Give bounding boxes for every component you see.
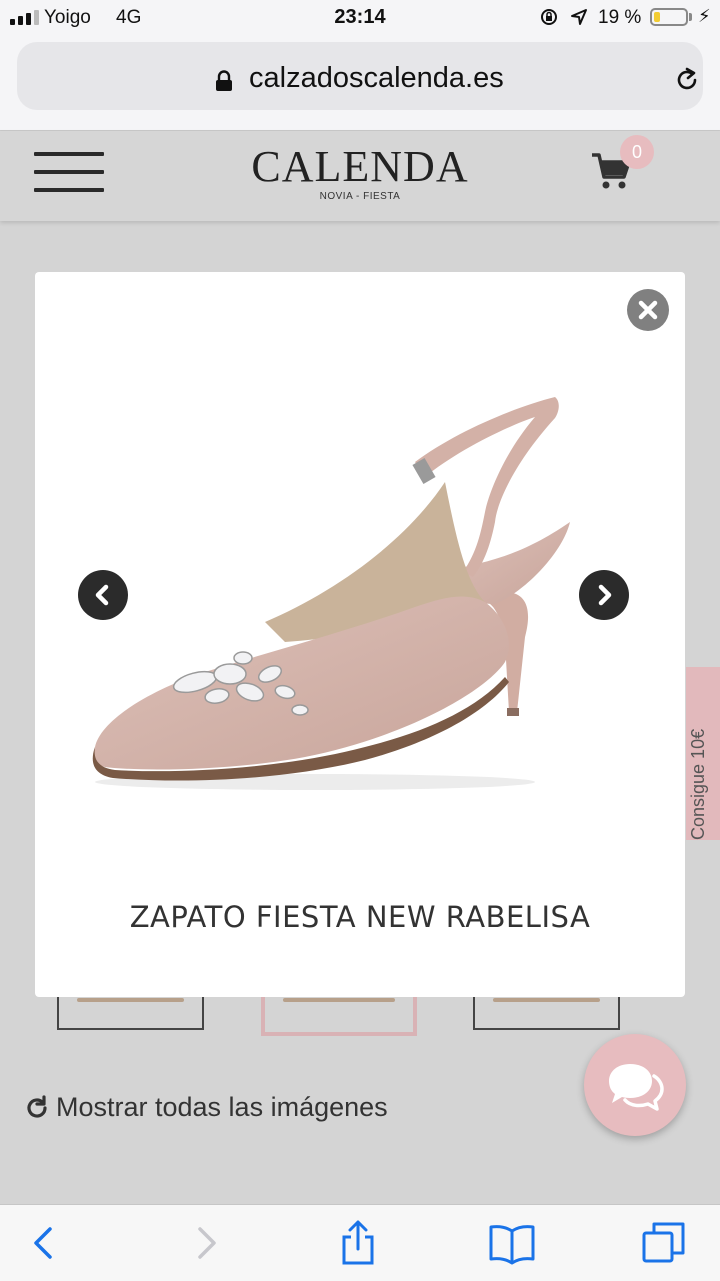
refresh-icon <box>27 1094 47 1118</box>
show-all-images-link[interactable]: Mostrar todas las imágenes <box>24 1092 388 1123</box>
previous-image-button[interactable] <box>78 570 128 620</box>
product-image-modal: ZAPATO FIESTA NEW RABELISA <box>35 272 685 997</box>
promo-side-tab[interactable]: Consigue 10€ <box>686 667 720 840</box>
product-shoe-image <box>92 397 570 790</box>
thumbnail-2-selected[interactable] <box>261 996 417 1036</box>
battery-percent: 19 % <box>598 7 642 28</box>
thumbnail-1[interactable] <box>57 996 204 1030</box>
browser-toolbar <box>0 1204 720 1281</box>
show-all-images-label: Mostrar todas las imágenes <box>56 1092 388 1122</box>
address-bar[interactable]: calzadoscalenda.es <box>17 42 703 110</box>
rotation-lock-icon <box>541 9 557 25</box>
next-image-button[interactable] <box>579 570 629 620</box>
share-icon[interactable] <box>334 1219 382 1267</box>
chevron-right-icon <box>598 584 612 606</box>
close-icon <box>638 300 658 320</box>
close-modal-button[interactable] <box>627 289 669 331</box>
thumbnail-3[interactable] <box>473 996 620 1030</box>
chevron-left-icon <box>95 584 109 606</box>
location-arrow-icon <box>571 9 587 25</box>
back-icon[interactable] <box>22 1219 70 1267</box>
product-title: ZAPATO FIESTA NEW RABELISA <box>129 900 591 934</box>
charging-bolt-icon: ⚡ <box>698 6 711 27</box>
tabs-icon[interactable] <box>640 1219 688 1267</box>
battery-level-fill <box>654 12 660 22</box>
forward-icon[interactable] <box>180 1219 228 1267</box>
site-header: CALENDA NOVIA - FIESTA 0 <box>0 131 720 221</box>
lock-icon <box>216 70 232 91</box>
chat-button[interactable] <box>584 1034 686 1136</box>
site-logo-subtitle: NOVIA - FIESTA <box>319 191 401 202</box>
url-text[interactable]: calzadoscalenda.es <box>249 62 504 95</box>
status-bar: Yoigo 4G 23:14 19 % ⚡ <box>0 0 720 36</box>
cart-count-badge[interactable]: 0 <box>620 135 654 169</box>
reload-icon[interactable] <box>673 66 701 94</box>
battery-cap <box>689 13 692 21</box>
battery-icon <box>650 8 688 26</box>
browser-address-area: calzadoscalenda.es <box>0 36 720 131</box>
promo-side-tab-label: Consigue 10€ <box>688 728 708 840</box>
bookmarks-icon[interactable] <box>488 1219 536 1267</box>
chat-bubbles-icon <box>609 1064 664 1111</box>
